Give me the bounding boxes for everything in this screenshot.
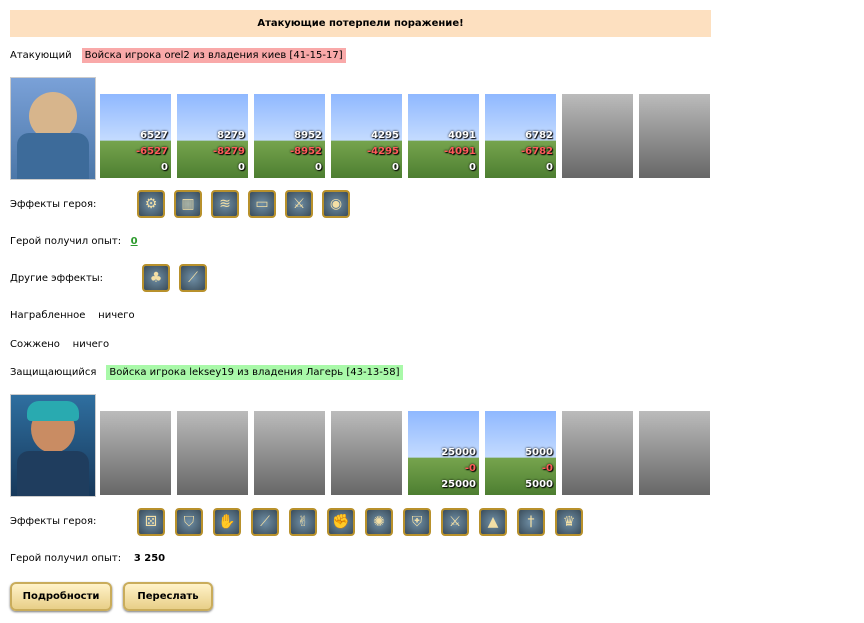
defender-unit-empty-3 — [254, 411, 325, 495]
fist-icon[interactable]: ✊ — [327, 508, 355, 536]
defender-exp-value: 3 250 — [133, 553, 166, 564]
dice-icon[interactable]: ⚄ — [137, 508, 165, 536]
attacker-unit-1[interactable]: 6527 -6527 0 — [100, 94, 171, 178]
burned-value: ничего — [72, 339, 110, 350]
loot-value: ничего — [98, 310, 135, 321]
armor-icon[interactable]: ⛨ — [403, 508, 431, 536]
crest-icon[interactable]: ♛ — [555, 508, 583, 536]
dagger-icon[interactable]: † — [517, 508, 545, 536]
hand-sword-icon[interactable]: ✌ — [289, 508, 317, 536]
attacker-other-effects-label: Другие эффекты: — [10, 273, 104, 284]
attacker-unit-5[interactable]: 4091 -4091 0 — [408, 94, 479, 178]
defender-unit-empty-1 — [100, 411, 171, 495]
defender-label: Защищающийся — [10, 367, 97, 378]
attacker-effects-label: Эффекты героя: — [10, 199, 97, 210]
blade-icon[interactable]: ⟋ — [179, 264, 207, 292]
defender-units: 25000 -0 25000 5000 -0 5000 — [100, 411, 710, 495]
bag-icon[interactable]: ♣ — [142, 264, 170, 292]
defender-exp-label: Герой получил опыт: — [10, 553, 122, 564]
burned-label: Сожжено — [10, 339, 60, 350]
defender-effects: ⚄ ⛉ ✋ ⟋ ✌ ✊ ✺ ⛨ ⚔ ▲ † ♛ — [137, 508, 583, 536]
forward-button[interactable]: Переслать — [123, 582, 213, 611]
shield-icon[interactable]: ⛉ — [175, 508, 203, 536]
shield-icon[interactable]: ◉ — [322, 190, 350, 218]
details-button[interactable]: Подробности — [10, 582, 112, 611]
burned-row: Сожжено ничего — [10, 339, 109, 350]
attacker-label: Атакующий — [10, 50, 72, 61]
attacker-army-tag: Войска игрока orel2 из владения киев [41… — [81, 48, 346, 63]
defender-unit-5[interactable]: 25000 -0 25000 — [408, 411, 479, 495]
attacker-hero-portrait — [10, 77, 96, 180]
attacker-effects: ⚙ ▥ ≋ ▭ ⚔ ◉ — [137, 190, 350, 218]
attacker-exp-label: Герой получил опыт: — [10, 236, 122, 247]
attacker-unit-3[interactable]: 8952 -8952 0 — [254, 94, 325, 178]
defender-unit-empty-4 — [331, 411, 402, 495]
defender-unit-6[interactable]: 5000 -0 5000 — [485, 411, 556, 495]
loot-row: Награбленное ничего — [10, 310, 135, 321]
scroll-icon[interactable]: ▭ — [248, 190, 276, 218]
defender-unit-empty-8 — [639, 411, 710, 495]
sword-icon[interactable]: ⟋ — [251, 508, 279, 536]
cannon-icon[interactable]: ⚙ — [137, 190, 165, 218]
hand-shield-icon[interactable]: ✋ — [213, 508, 241, 536]
tent-icon[interactable]: ▲ — [479, 508, 507, 536]
attacker-unit-empty-7 — [562, 94, 633, 178]
attacker-units: 6527 -6527 0 8279 -8279 0 8952 -8952 0 4295 -42… — [100, 94, 710, 178]
claw-icon[interactable]: ≋ — [211, 190, 239, 218]
attacker-other-effects: ♣ ⟋ — [142, 264, 207, 292]
attacker-exp-row: Герой получил опыт: 0 — [10, 236, 138, 247]
attacker-unit-6[interactable]: 6782 -6782 0 — [485, 94, 556, 178]
battle-result-banner: Атакующие потерпели поражение! — [10, 10, 711, 37]
attacker-exp-link[interactable]: 0 — [131, 236, 138, 247]
attacker-unit-2[interactable]: 8279 -8279 0 — [177, 94, 248, 178]
defender-hero-portrait — [10, 394, 96, 497]
loot-label: Награбленное — [10, 310, 86, 321]
sword-icon[interactable]: ⚔ — [285, 190, 313, 218]
defender-army-tag: Войска игрока leksey19 из владения Лагер… — [106, 365, 403, 380]
barrel-icon[interactable]: ▥ — [174, 190, 202, 218]
web-icon[interactable]: ✺ — [365, 508, 393, 536]
defender-row: Защищающийся Войска игрока leksey19 из в… — [10, 365, 403, 380]
attacker-unit-empty-8 — [639, 94, 710, 178]
attacker-row: Атакующий Войска игрока orel2 из владени… — [10, 48, 346, 63]
crossed-swords-icon[interactable]: ⚔ — [441, 508, 469, 536]
defender-unit-empty-2 — [177, 411, 248, 495]
defender-exp-row: Герой получил опыт: 3 250 — [10, 553, 165, 564]
defender-effects-label: Эффекты героя: — [10, 516, 97, 527]
defender-unit-empty-7 — [562, 411, 633, 495]
attacker-unit-4[interactable]: 4295 -4295 0 — [331, 94, 402, 178]
